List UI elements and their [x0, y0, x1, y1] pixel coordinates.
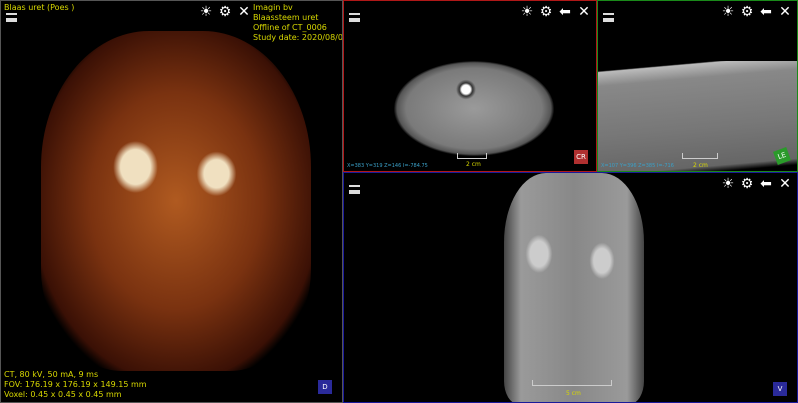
series-description: Offline of CT_0006	[253, 23, 327, 32]
menu-icon[interactable]	[603, 13, 614, 22]
study-description: Blaassteem uret	[253, 13, 319, 22]
back-icon[interactable]: ⬅	[558, 4, 572, 20]
coronal-viewport[interactable]: ☀ ⚙ ⬅ ✕ 5 cm V	[343, 172, 798, 403]
orientation-cube[interactable]: D	[318, 380, 332, 394]
coronal-slice-image	[504, 173, 644, 402]
cursor-coords: X=383 Y=319 Z=146 I=-784.75	[347, 163, 428, 169]
study-info: Imagin bv Blaassteem uret Offline of CT_…	[253, 3, 343, 43]
settings-icon[interactable]: ⚙	[740, 176, 754, 192]
brightness-icon[interactable]: ☀	[520, 4, 534, 20]
axial-slice-image	[394, 61, 554, 156]
scale-bar	[457, 153, 487, 159]
view-toolbar: ☀ ⚙ ⬅ ✕	[520, 4, 591, 20]
view-toolbar: ☀ ⚙ ⬅ ✕	[721, 4, 792, 20]
acquisition-info: CT, 80 kV, 50 mA, 9 ms FOV: 176.19 x 176…	[4, 370, 147, 400]
brightness-icon[interactable]: ☀	[199, 4, 213, 20]
scale-label: 2 cm	[693, 162, 708, 169]
series-title: Blaas uret (Poes )	[4, 3, 75, 12]
orientation-marker[interactable]: V	[773, 382, 787, 396]
view-toolbar: ☀ ⚙ ✕	[199, 4, 251, 20]
fullscreen-icon[interactable]: ✕	[577, 4, 591, 20]
institution: Imagin bv	[253, 3, 293, 12]
view-toolbar: ☀ ⚙ ⬅ ✕	[721, 176, 792, 192]
fullscreen-icon[interactable]: ✕	[778, 4, 792, 20]
menu-icon[interactable]	[349, 13, 360, 22]
menu-icon[interactable]	[6, 13, 17, 22]
study-date: Study date: 2020/08/07	[253, 33, 343, 42]
settings-icon[interactable]: ⚙	[539, 4, 553, 20]
cursor-coords: X=107 Y=396 Z=385 I=-716	[601, 163, 674, 169]
volume-render-image	[41, 31, 311, 371]
fullscreen-icon[interactable]: ✕	[778, 176, 792, 192]
scale-bar	[682, 153, 718, 159]
brightness-icon[interactable]: ☀	[721, 176, 735, 192]
voxel-size: Voxel: 0.45 x 0.45 x 0.45 mm	[4, 390, 122, 399]
fov: FOV: 176.19 x 176.19 x 149.15 mm	[4, 380, 147, 389]
orientation-marker[interactable]: CR	[574, 150, 588, 164]
scale-bar	[532, 380, 612, 386]
volume-render-viewport[interactable]: Blaas uret (Poes ) ☀ ⚙ ✕ Imagin bv Blaas…	[0, 0, 343, 403]
back-icon[interactable]: ⬅	[759, 176, 773, 192]
axial-viewport[interactable]: ☀ ⚙ ⬅ ✕ 2 cm X=383 Y=319 Z=146 I=-784.75…	[343, 0, 597, 172]
settings-icon[interactable]: ⚙	[218, 4, 232, 20]
scan-params: CT, 80 kV, 50 mA, 9 ms	[4, 370, 99, 379]
brightness-icon[interactable]: ☀	[721, 4, 735, 20]
fullscreen-icon[interactable]: ✕	[237, 4, 251, 20]
back-icon[interactable]: ⬅	[759, 4, 773, 20]
settings-icon[interactable]: ⚙	[740, 4, 754, 20]
sagittal-viewport[interactable]: ☀ ⚙ ⬅ ✕ 2 cm X=107 Y=396 Z=385 I=-716 LE	[597, 0, 798, 172]
scale-label: 2 cm	[466, 161, 481, 168]
menu-icon[interactable]	[349, 185, 360, 194]
scale-label: 5 cm	[566, 390, 581, 397]
